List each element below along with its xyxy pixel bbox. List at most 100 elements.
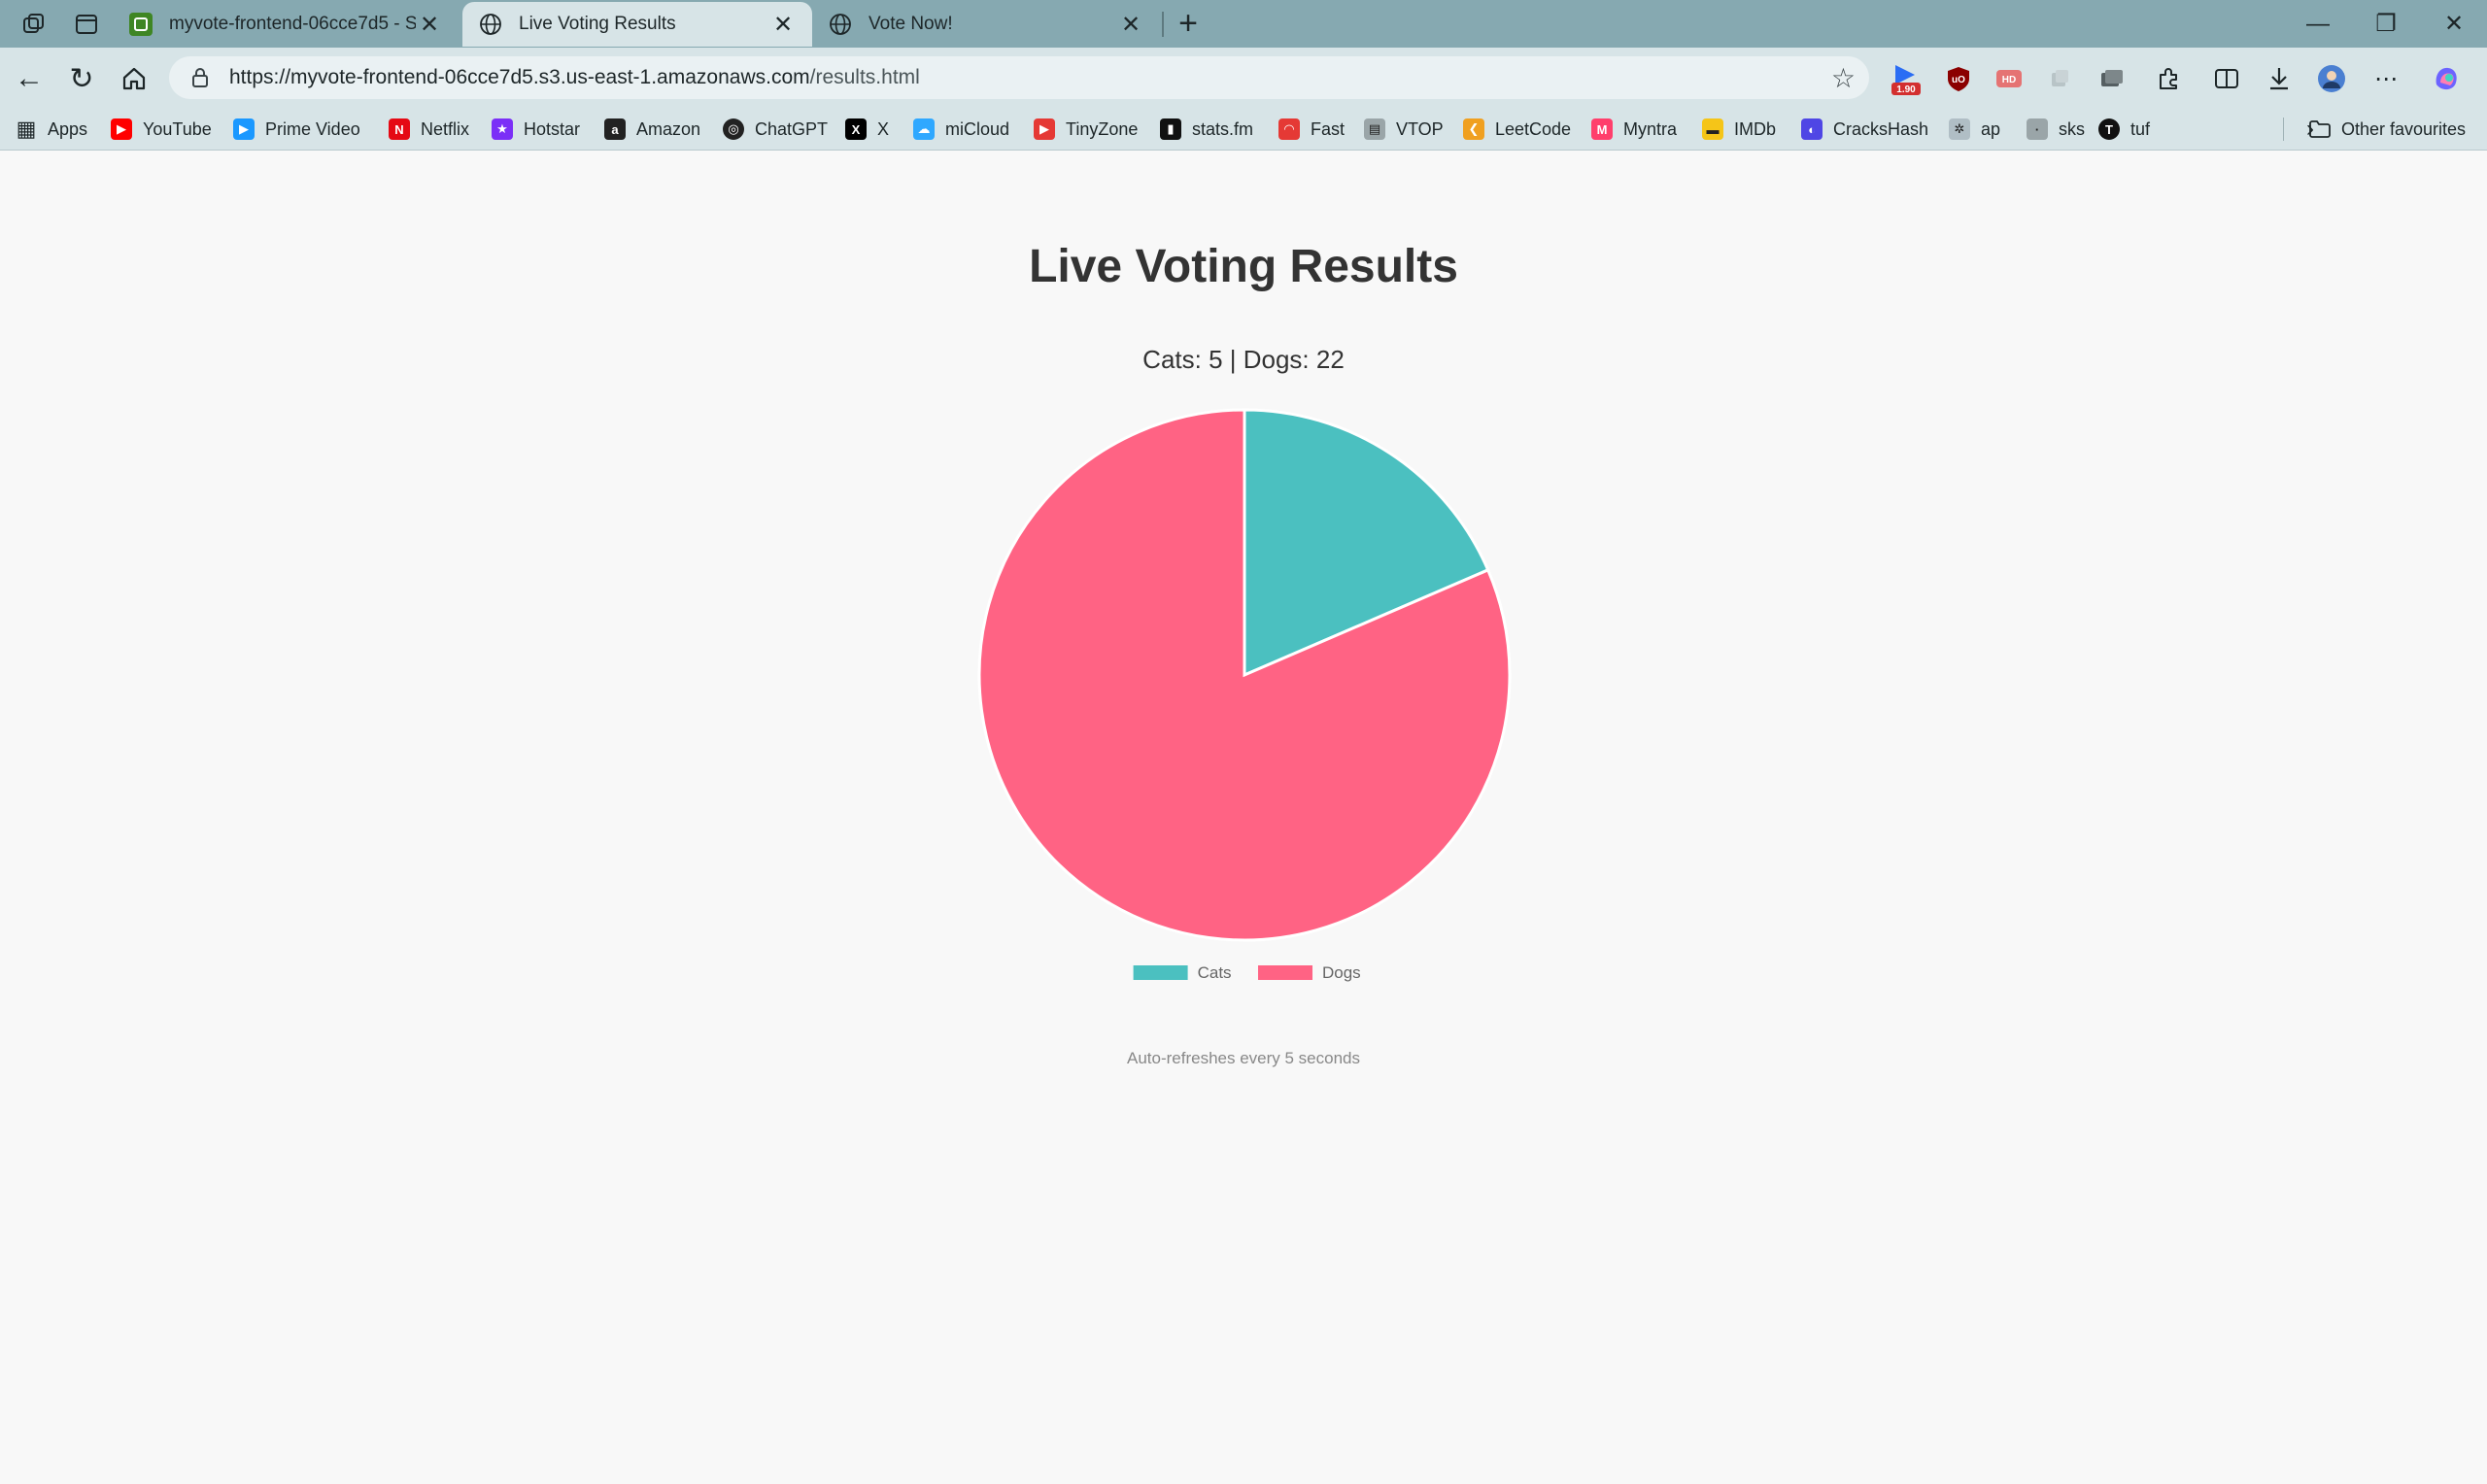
vtop-icon: ▤ [1364,118,1385,140]
youtube-icon: ▶ [111,118,132,140]
copilot-icon[interactable] [2429,61,2464,96]
bookmark-apps[interactable]: ▦ Apps [16,114,87,145]
collections-extension-icon[interactable] [2042,61,2077,96]
bookmark-hotstar[interactable]: ★ Hotstar [492,114,580,145]
ap-icon: ✲ [1949,118,1970,140]
tab-title: myvote-frontend-06cce7d5 - S3 b [169,14,416,34]
tinyzone-icon: ▶ [1034,118,1055,140]
other-favourites-folder[interactable]: Other favourites [2308,114,2466,145]
new-tab-button[interactable]: + [1170,6,1207,43]
browser-toolbar: ← ↻ https://myvote-frontend-06cce7d5.s3.… [0,48,2487,108]
close-tab-icon[interactable]: ✕ [1117,11,1144,39]
bookmark-stats-fm[interactable]: ▮ stats.fm [1160,114,1253,145]
restore-button[interactable]: ❐ [2357,6,2415,43]
globe-icon [828,12,853,37]
screen-extension-icon[interactable] [2095,61,2129,96]
tab-separator [1162,12,1164,37]
address-bar[interactable]: https://myvote-frontend-06cce7d5.s3.us-e… [169,56,1869,99]
downloads-icon[interactable] [2262,61,2297,96]
extensions-puzzle-icon[interactable] [2151,61,2186,96]
split-screen-icon[interactable] [2209,61,2244,96]
close-tab-icon[interactable]: ✕ [416,11,443,39]
imdb-icon: ▬ [1702,118,1723,140]
tab-vote-now[interactable]: Vote Now! ✕ [812,2,1160,47]
bookmark-label: ap [1981,118,2001,139]
tab-s3-console[interactable]: myvote-frontend-06cce7d5 - S3 b ✕ [113,2,459,47]
favourite-star-icon[interactable]: ☆ [1831,62,1856,94]
bookmark-crackshash[interactable]: ◐ CracksHash [1801,114,1928,145]
bookmark-label: Myntra [1623,118,1678,139]
bookmark-tuf[interactable]: Ttuf [2098,114,2150,145]
url-text: https://myvote-frontend-06cce7d5.s3.us-e… [229,66,920,89]
bookmark-label: sks [2059,118,2085,139]
legend-item-cats[interactable]: Cats [1133,963,1232,982]
tab-title: Vote Now! [869,14,953,34]
crackshash-icon: ◐ [1801,118,1823,140]
vertical-tabs-icon[interactable] [70,8,103,41]
bookmark-amazon[interactable]: a Amazon [604,114,700,145]
bookmark-label: YouTube [143,118,212,139]
bookmark-tinyzone[interactable]: ▶ TinyZone [1034,114,1138,145]
bookmark-ap[interactable]: ✲ ap [1949,114,2000,145]
ublock-icon[interactable]: uO [1941,61,1976,96]
svg-text:uO: uO [1952,75,1965,85]
bookmark-fast[interactable]: ◠ Fast [1278,114,1345,145]
bookmarks-bar: › Other favourites ▦ Apps ▶ YouTube ▶ Prime V… [0,108,2487,151]
bookmark-label: VTOP [1396,118,1444,139]
tuf-icon: T [2098,118,2120,140]
bookmark-label: Netflix [421,118,470,139]
results-pie-chart: Cats Dogs [977,408,1512,982]
profile-avatar[interactable] [2314,61,2349,96]
folder-icon [2308,119,2332,139]
bookmark-label: CracksHash [1833,118,1929,139]
apps-grid-icon: ▦ [16,117,37,141]
page-content: Live Voting Results Cats: 5 | Dogs: 22 C… [0,151,2487,1484]
globe-icon [478,12,503,37]
bookmark-label: Prime Video [265,118,360,139]
bookmark-x[interactable]: XX [845,114,889,145]
hd-extension-icon[interactable]: HD [1992,61,2027,96]
bookmark-label: tuf [2130,118,2151,139]
micloud-icon: ☁ [913,118,935,140]
more-menu-icon[interactable]: ⋯ [2368,61,2403,96]
home-button[interactable] [115,59,153,98]
legend-label: Dogs [1322,963,1361,982]
tab-title: Live Voting Results [519,14,676,34]
bookmark-prime-video[interactable]: ▶ Prime Video [233,114,360,145]
aws-s3-icon [128,12,153,37]
extension-badge: 1.90 [1896,84,1916,95]
workspaces-icon[interactable] [17,8,51,41]
bookmark-myntra[interactable]: M Myntra [1591,114,1677,145]
site-info-icon[interactable] [181,67,220,88]
prime-video-icon: ▶ [233,118,255,140]
legend-swatch [1258,965,1312,980]
minimize-button[interactable]: — [2289,6,2347,43]
bookmark-label: Hotstar [524,118,581,139]
legend-label: Cats [1198,963,1232,982]
bookmark-label: Amazon [636,118,701,139]
bookmark-chatgpt[interactable]: ◎ ChatGPT [723,114,828,145]
close-window-button[interactable]: ✕ [2425,6,2483,43]
bookmark-leetcode[interactable]: ❮ LeetCode [1463,114,1571,145]
url-host: https://myvote-frontend-06cce7d5.s3.us-e… [229,66,810,88]
refresh-button[interactable]: ↻ [62,59,101,98]
bookmarks-divider [2283,118,2284,141]
bookmark-label: miCloud [945,118,1010,139]
legend-item-dogs[interactable]: Dogs [1258,963,1361,982]
amazon-icon: a [604,118,626,140]
tab-live-voting-results[interactable]: Live Voting Results ✕ [462,2,812,47]
bookmark-imdb[interactable]: ▬ IMDb [1702,114,1776,145]
back-button[interactable]: ← [10,59,49,98]
netflix-icon: N [389,118,410,140]
bookmark-vtop[interactable]: ▤ VTOP [1364,114,1444,145]
extension-rewind-icon[interactable]: 1.90 [1889,61,1924,96]
bookmark-sks[interactable]: · sks [2027,114,2085,145]
bookmark-youtube[interactable]: ▶ YouTube [111,114,212,145]
auto-refresh-note: Auto-refreshes every 5 seconds [1126,1049,1360,1067]
bookmark-label: X [877,118,890,139]
bookmark-netflix[interactable]: N Netflix [389,114,469,145]
myntra-icon: M [1591,118,1613,140]
close-tab-icon[interactable]: ✕ [769,11,797,39]
x-icon: X [845,118,867,140]
bookmark-micloud[interactable]: ☁ miCloud [913,114,1009,145]
